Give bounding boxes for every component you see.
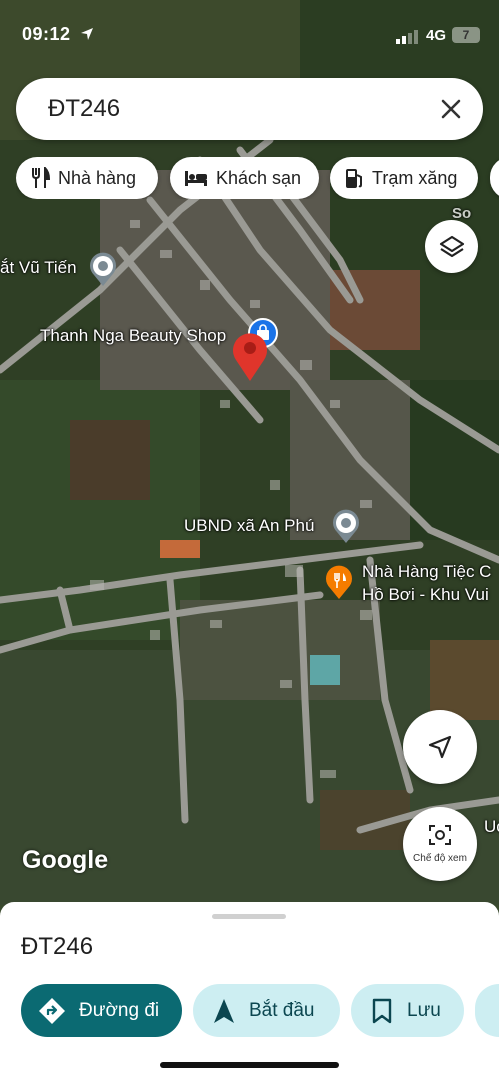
chip-label: Nhà hàng xyxy=(58,167,137,188)
my-location-button[interactable] xyxy=(403,710,477,784)
chip-hotels[interactable]: Khách sạn xyxy=(170,157,319,199)
view-mode-label: Chế độ xem xyxy=(413,853,467,864)
more-actions-button[interactable] xyxy=(475,984,499,1037)
place-title: ĐT246 xyxy=(21,933,94,960)
save-label: Lưu xyxy=(407,999,441,1021)
signal-icon xyxy=(396,30,418,44)
bookmark-icon xyxy=(372,998,392,1023)
map-label-ubnd[interactable]: UBND xã An Phú xyxy=(184,516,314,536)
poi-pin-icon[interactable] xyxy=(88,251,118,287)
map-layers-button[interactable] xyxy=(425,220,478,273)
chip-label: Trạm xăng xyxy=(372,167,458,188)
chip-restaurants[interactable]: Nhà hàng xyxy=(16,157,158,199)
restaurant-pin-icon[interactable] xyxy=(324,564,354,600)
layers-icon xyxy=(439,235,464,257)
search-query[interactable]: ĐT246 xyxy=(48,95,120,123)
navigation-arrow-icon xyxy=(214,998,234,1023)
map-label-edge: Uc xyxy=(484,817,499,836)
bed-icon xyxy=(185,171,207,186)
save-button[interactable]: Lưu xyxy=(351,984,464,1037)
directions-button[interactable]: Đường đi xyxy=(21,984,182,1037)
sheet-drag-handle[interactable] xyxy=(212,914,286,919)
map-label-vu-tien[interactable]: ắt Vũ Tiến xyxy=(0,258,77,278)
directions-label: Đường đi xyxy=(79,999,160,1021)
navigation-arrow-icon xyxy=(428,735,452,759)
chip-label: Khách sạn xyxy=(216,167,302,188)
satellite-map[interactable]: 09:12 4G 7 ĐT246 Nhà hàng Khách sạn Trạm… xyxy=(0,0,499,905)
chip-gas-stations[interactable]: Trạm xăng xyxy=(330,157,478,199)
map-label-restaurant-1[interactable]: Nhà Hàng Tiệc C xyxy=(362,562,491,582)
directions-icon xyxy=(39,997,65,1024)
status-time: 09:12 xyxy=(22,24,71,44)
start-button[interactable]: Bắt đầu xyxy=(193,984,340,1037)
close-icon[interactable] xyxy=(439,97,463,121)
status-bar: 09:12 4G 7 xyxy=(0,0,499,70)
start-label: Bắt đầu xyxy=(249,999,315,1021)
street-view-button[interactable]: Chế độ xem xyxy=(403,807,477,881)
category-chips: Nhà hàng Khách sạn Trạm xăng xyxy=(16,157,499,199)
place-bottom-sheet[interactable]: ĐT246 Đường đi Bắt đầu Lưu xyxy=(0,902,499,1080)
home-indicator[interactable] xyxy=(160,1062,339,1068)
google-logo: Google xyxy=(22,846,109,874)
map-label-restaurant-2[interactable]: Hồ Bơi - Khu Vui xyxy=(362,585,489,605)
map-label-beauty-shop[interactable]: Thanh Nga Beauty Shop xyxy=(40,326,226,346)
battery-icon: 7 xyxy=(452,27,480,43)
location-arrow-icon xyxy=(81,28,93,40)
camera-view-icon xyxy=(429,825,451,845)
network-type: 4G xyxy=(426,27,447,44)
poi-pin-icon[interactable] xyxy=(331,508,361,544)
gas-station-icon xyxy=(346,169,362,188)
chip-more[interactable] xyxy=(490,157,499,199)
selected-location-pin-icon xyxy=(233,333,267,381)
fork-knife-icon xyxy=(32,167,50,188)
search-bar[interactable]: ĐT246 xyxy=(16,78,483,140)
